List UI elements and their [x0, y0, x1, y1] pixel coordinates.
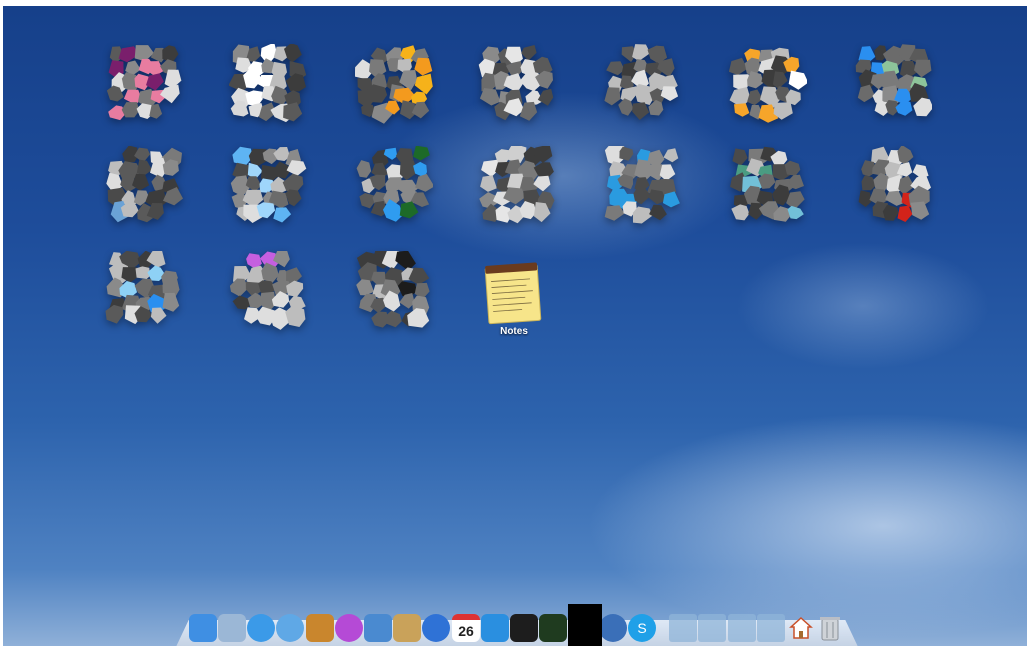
mosaic-icon [356, 251, 430, 328]
dock-item-messages[interactable] [247, 614, 275, 642]
notes-label: Notes [500, 326, 528, 337]
notes-icon [484, 262, 542, 325]
redacted-block [568, 604, 602, 646]
obscured-app-icon[interactable] [603, 44, 681, 128]
mosaic-icon [855, 44, 932, 117]
dock-item-text: 26 [458, 623, 474, 639]
mosaic-icon [105, 251, 180, 325]
launchpad-screen: Notes 26 S [3, 6, 1027, 646]
obscured-app-icon[interactable] [478, 146, 556, 230]
obscured-app-icon[interactable] [229, 251, 307, 335]
obscured-app-icon[interactable] [105, 146, 183, 230]
notes-app[interactable]: Notes [475, 258, 553, 342]
mosaic-icon [229, 44, 307, 123]
dock-item-preview[interactable] [218, 614, 246, 642]
dock-item-skype[interactable]: S [628, 614, 656, 642]
dock-item-trash[interactable] [816, 614, 844, 642]
dock-item-safari[interactable] [276, 614, 304, 642]
dock-item-terminal[interactable] [510, 614, 538, 642]
obscured-app-icon[interactable] [355, 146, 433, 230]
obscured-app-icon[interactable] [854, 146, 932, 230]
obscured-app-icon[interactable] [729, 44, 807, 128]
mosaic-icon [355, 45, 433, 124]
mosaic-icon [230, 146, 307, 223]
dock-item-calendar[interactable]: 26 [452, 614, 480, 642]
mosaic-icon [604, 146, 680, 224]
dock-item-folder-downloads[interactable] [728, 614, 756, 642]
obscured-app-icon[interactable] [355, 251, 433, 335]
obscured-app-icon[interactable] [229, 44, 307, 128]
mosaic-icon [106, 45, 182, 121]
obscured-app-icon[interactable] [105, 44, 183, 128]
dock-item-text: S [637, 620, 647, 636]
mosaic-icon [479, 146, 555, 224]
dock-item-activity-monitor[interactable] [539, 614, 567, 642]
dock-item-folder-applications[interactable] [669, 614, 697, 642]
dock-item-finder[interactable] [189, 614, 217, 642]
obscured-app-icon[interactable] [729, 146, 807, 230]
dock-item-package[interactable] [306, 614, 334, 642]
dock-item-twitter[interactable] [481, 614, 509, 642]
mosaic-icon [229, 251, 306, 330]
mosaic-icon [730, 146, 805, 222]
dock-item-flower[interactable] [335, 614, 363, 642]
mosaic-icon [478, 45, 554, 121]
obscured-app-icon[interactable] [854, 44, 932, 128]
dock-item-xcode[interactable] [364, 614, 392, 642]
obscured-app-icon[interactable] [105, 251, 183, 335]
mosaic-icon [729, 47, 807, 123]
dock-item-home[interactable] [787, 614, 815, 642]
mosaic-icon [604, 44, 679, 120]
dock-item-trash-can-app[interactable] [393, 614, 421, 642]
mosaic-icon [106, 146, 183, 223]
mosaic-icon [356, 146, 433, 222]
obscured-app-icon[interactable] [355, 44, 433, 128]
obscured-app-icon[interactable] [478, 44, 556, 128]
dock-item-folder-tools[interactable] [698, 614, 726, 642]
dock-item-quicktime[interactable] [599, 614, 627, 642]
dock-item-itunes[interactable] [422, 614, 450, 642]
obscured-app-icon[interactable] [229, 146, 307, 230]
mosaic-icon [858, 146, 931, 222]
dock-item-folder-documents[interactable] [757, 614, 785, 642]
obscured-app-icon[interactable] [603, 146, 681, 230]
